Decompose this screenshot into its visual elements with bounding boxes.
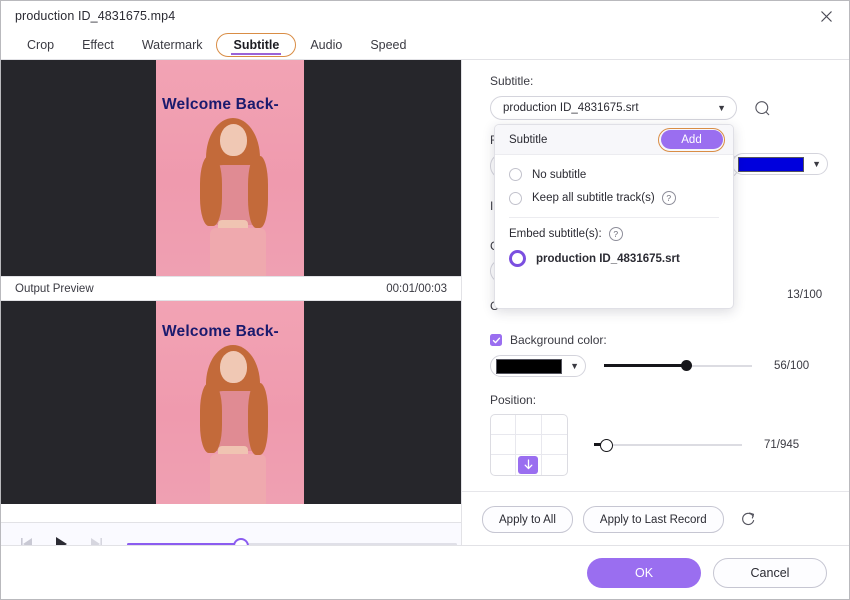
tab-speed[interactable]: Speed <box>356 34 420 56</box>
tab-bar: Crop Effect Watermark Subtitle Audio Spe… <box>1 30 849 60</box>
embed-subtitles-row: Embed subtitle(s): ? <box>495 218 733 243</box>
subtitle-settings-dialog: production ID_4831675.mp4 Crop Effect Wa… <box>0 0 850 600</box>
source-video-frame: Welcome Back- <box>156 60 304 276</box>
source-preview: Welcome Back- <box>1 60 461 276</box>
playback-time: 00:01/00:03 <box>386 282 447 295</box>
popup-title: Subtitle <box>509 133 548 146</box>
output-video-frame: Welcome Back- <box>156 301 304 504</box>
popup-header: Subtitle Add <box>495 125 733 155</box>
option-keep-all-tracks[interactable]: Keep all subtitle track(s) ? <box>495 186 733 210</box>
reset-icon <box>742 512 755 526</box>
reset-button[interactable] <box>736 507 762 533</box>
search-icon <box>754 100 769 115</box>
radio-embed-file[interactable] <box>509 250 526 267</box>
position-cell-3[interactable] <box>541 415 567 435</box>
font-color-chevron-down-icon: ▼ <box>812 159 821 169</box>
title-bar: production ID_4831675.mp4 <box>1 1 849 30</box>
italic-label-partial: I <box>490 199 494 213</box>
background-opacity-value: 56/100 <box>774 360 810 372</box>
output-preview: Welcome Back- <box>1 301 461 504</box>
font-opacity-value: 13/100 <box>787 289 823 301</box>
position-cell-5[interactable] <box>516 435 542 455</box>
preview-panel: Welcome Back- Output Preview 00:01/00:03 <box>1 60 461 599</box>
subtitle-select[interactable]: production ID_4831675.srt ▼ <box>490 96 737 120</box>
tab-audio[interactable]: Audio <box>296 34 356 56</box>
position-controls: 71/945 <box>490 414 831 476</box>
help-icon-keep-all-tracks[interactable]: ? <box>661 191 676 205</box>
subtitle-dropdown-popup: Subtitle Add No subtitle Keep all subtit… <box>494 124 734 309</box>
position-cell-8[interactable] <box>516 455 542 475</box>
dialog-footer: OK Cancel <box>1 545 849 599</box>
background-color-row: Background color: <box>490 333 831 347</box>
tab-watermark[interactable]: Watermark <box>128 34 217 56</box>
add-button-highlight: Add <box>658 127 725 152</box>
background-color-label: Background color: <box>510 333 607 347</box>
video-subject <box>156 60 304 276</box>
background-chevron-down-icon: ▼ <box>570 361 579 371</box>
tab-crop[interactable]: Crop <box>13 34 68 56</box>
position-cell-1[interactable] <box>491 415 517 435</box>
background-color-select[interactable]: ▼ <box>490 355 586 377</box>
window-title: production ID_4831675.mp4 <box>15 8 176 23</box>
ok-button[interactable]: OK <box>587 558 701 588</box>
option-embed-file[interactable]: production ID_4831675.srt <box>495 243 733 272</box>
background-slider-fill <box>604 364 687 367</box>
option-embed-file-label: production ID_4831675.srt <box>536 252 680 265</box>
subtitle-overlay-text: Welcome Back- <box>162 96 279 113</box>
apply-to-last-record-button[interactable]: Apply to Last Record <box>582 506 724 533</box>
chevron-down-icon: ▼ <box>717 103 726 113</box>
close-button[interactable] <box>809 3 843 29</box>
option-no-subtitle[interactable]: No subtitle <box>495 163 733 186</box>
background-color-swatch <box>496 358 563 374</box>
subtitle-select-value: production ID_4831675.srt <box>503 102 639 114</box>
add-button[interactable]: Add <box>660 130 723 149</box>
close-icon <box>820 10 832 22</box>
font-color-select[interactable]: ▼ <box>732 153 828 175</box>
search-button[interactable] <box>749 95 775 121</box>
position-cell-2[interactable] <box>516 415 542 435</box>
check-icon <box>492 337 500 343</box>
position-cell-4[interactable] <box>491 435 517 455</box>
position-selected <box>518 456 539 474</box>
tab-effect[interactable]: Effect <box>68 34 128 56</box>
background-slider-handle[interactable] <box>681 360 693 371</box>
position-offset-slider[interactable] <box>594 438 742 452</box>
font-color-swatch <box>738 156 805 172</box>
arrow-down-icon <box>524 459 533 470</box>
position-cell-9[interactable] <box>542 455 567 475</box>
apply-buttons-row: Apply to All Apply to Last Record <box>482 506 762 533</box>
subtitle-select-row: production ID_4831675.srt ▼ <box>490 95 831 121</box>
background-color-controls: ▼ 56/100 <box>490 355 831 377</box>
output-subtitle-overlay-text: Welcome Back- <box>162 323 279 340</box>
subtitle-field-label: Subtitle: <box>490 74 534 88</box>
position-grid[interactable] <box>490 414 568 476</box>
apply-to-all-button[interactable]: Apply to All <box>482 506 573 533</box>
tab-subtitle[interactable]: Subtitle <box>216 33 297 57</box>
cancel-button[interactable]: Cancel <box>713 558 827 588</box>
position-slider-track <box>594 444 742 446</box>
embed-subtitles-label: Embed subtitle(s): <box>509 228 602 240</box>
option-keep-all-tracks-label: Keep all subtitle track(s) <box>532 192 655 204</box>
popup-body: No subtitle Keep all subtitle track(s) ?… <box>495 155 733 272</box>
position-slider-handle[interactable] <box>600 439 614 452</box>
position-cell-7[interactable] <box>491 455 517 475</box>
position-offset-value: 71/945 <box>764 439 800 451</box>
position-cell-6[interactable] <box>541 435 567 455</box>
radio-keep-all-tracks[interactable] <box>509 191 522 205</box>
output-preview-bar: Output Preview 00:01/00:03 <box>1 276 461 301</box>
radio-no-subtitle[interactable] <box>509 168 522 181</box>
option-no-subtitle-label: No subtitle <box>532 168 587 181</box>
background-opacity-slider[interactable] <box>604 359 752 373</box>
background-color-checkbox[interactable] <box>490 334 502 346</box>
help-icon-embed-subtitles[interactable]: ? <box>608 227 623 241</box>
output-preview-label: Output Preview <box>15 282 94 295</box>
position-label: Position: <box>490 393 537 407</box>
settings-divider <box>462 491 849 492</box>
